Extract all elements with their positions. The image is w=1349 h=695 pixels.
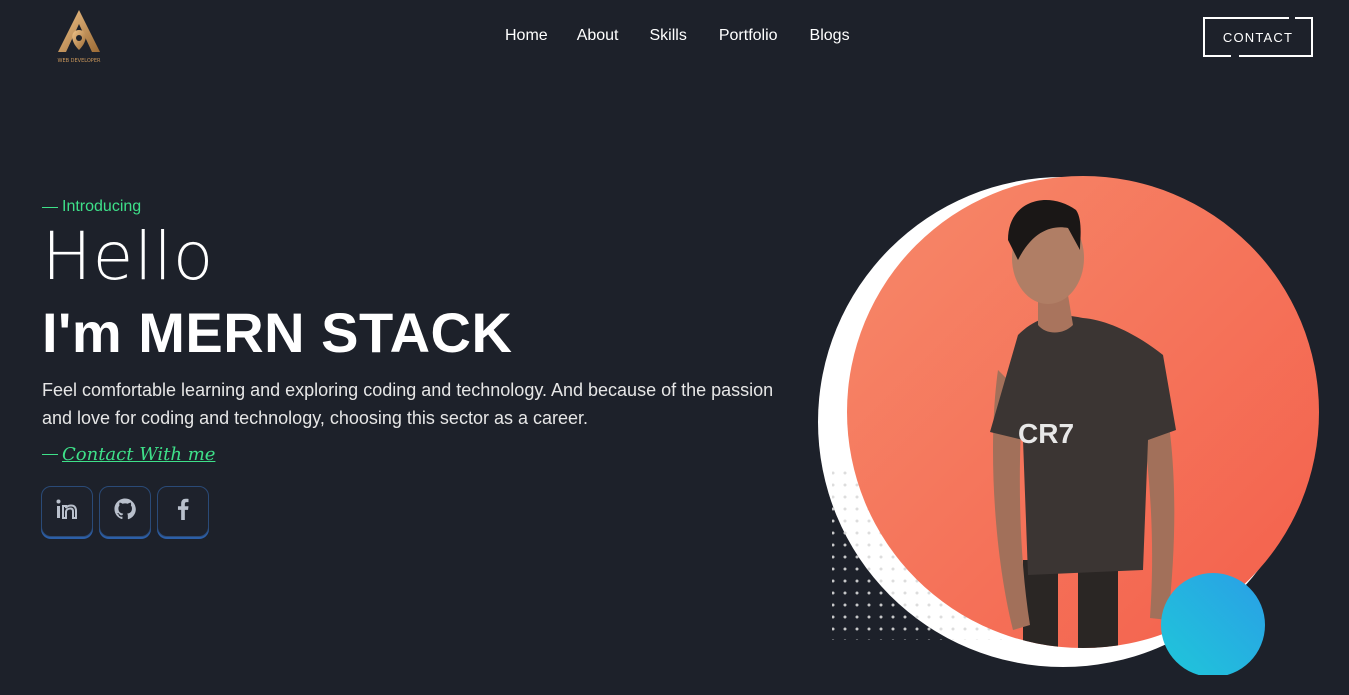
nav-about[interactable]: About — [577, 26, 619, 46]
github-icon — [114, 498, 136, 525]
intro-dash — [42, 206, 58, 208]
logo-text: WEB DEVELOPER — [58, 58, 101, 64]
intro-text: Introducing — [62, 198, 142, 215]
border-gap — [1231, 53, 1239, 58]
contact-dash — [42, 454, 58, 455]
site-logo[interactable]: WEB DEVELOPER — [52, 8, 106, 66]
nav-portfolio[interactable]: Portfolio — [719, 26, 778, 46]
linkedin-button[interactable] — [41, 486, 93, 537]
hero-role: I'm MERN STACK — [42, 301, 513, 364]
nav-home[interactable]: Home — [505, 26, 548, 46]
contact-button-label: CONTACT — [1222, 29, 1294, 45]
nav-blogs[interactable]: Blogs — [810, 26, 850, 46]
facebook-icon — [176, 498, 190, 525]
intro-tag: Introducing — [42, 198, 141, 216]
github-button[interactable] — [99, 486, 151, 537]
linkedin-icon — [55, 498, 79, 525]
hero-portrait: CR7 — [818, 170, 1328, 677]
facebook-button[interactable] — [157, 486, 209, 537]
teal-accent — [1161, 573, 1265, 677]
hero-greeting: Hello — [42, 218, 215, 295]
social-links — [41, 486, 209, 537]
contact-with-me-link[interactable]: Contact With me — [62, 444, 215, 465]
contact-button[interactable]: CONTACT — [1203, 16, 1313, 58]
hero-description: Feel comfortable learning and exploring … — [42, 380, 774, 428]
contact-with-me: Contact With me — [42, 444, 215, 465]
border-gap — [1289, 16, 1295, 21]
main-nav: Home About Skills Portfolio Blogs — [505, 26, 850, 46]
shirt-print: CR7 — [1018, 418, 1074, 449]
nav-skills[interactable]: Skills — [650, 26, 687, 46]
